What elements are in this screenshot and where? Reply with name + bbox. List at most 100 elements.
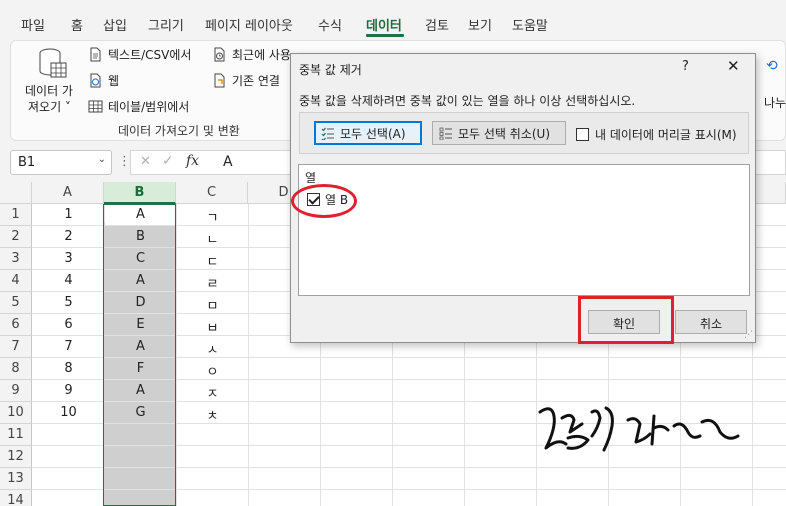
name-box[interactable]: B1 ⌄	[10, 150, 112, 175]
cell-b-3[interactable]: C	[105, 248, 176, 269]
cell-c-6[interactable]: ㅂ	[177, 314, 248, 336]
from-text-csv-label: 텍스트/CSV에서	[108, 48, 192, 62]
cell-c-3[interactable]: ㄷ	[177, 248, 248, 270]
tab-view[interactable]: 보기	[468, 15, 492, 34]
row-header[interactable]: 6	[0, 314, 32, 336]
cell-b-2[interactable]: B	[105, 226, 176, 247]
cell-a-14[interactable]	[33, 490, 104, 506]
cell-c-2[interactable]: ㄴ	[177, 226, 248, 248]
tab-insert[interactable]: 삽입	[103, 15, 127, 34]
cell-c-12[interactable]	[177, 446, 248, 467]
cell-b-8[interactable]: F	[105, 358, 176, 379]
row-header[interactable]: 2	[0, 226, 32, 248]
from-table-range-button[interactable]: 테이블/범위에서	[88, 98, 189, 115]
cell-b-11[interactable]	[105, 424, 176, 445]
cell-b-13[interactable]	[105, 468, 176, 489]
column-header-a[interactable]: A	[32, 182, 104, 204]
tab-data[interactable]: 데이터	[366, 15, 402, 34]
row-header[interactable]: 9	[0, 380, 32, 402]
close-icon[interactable]: ✕	[727, 57, 740, 75]
cell-c-9[interactable]: ㅈ	[177, 380, 248, 402]
row-header[interactable]: 4	[0, 270, 32, 292]
cell-b-4[interactable]: A	[105, 270, 176, 291]
checklist-icon	[321, 127, 334, 140]
enter-icon[interactable]: ✓	[162, 153, 174, 169]
select-all-button[interactable]: 모두 선택(A)	[314, 121, 422, 145]
cell-a-3[interactable]: 3	[33, 248, 104, 269]
checkbox-box[interactable]	[576, 128, 589, 141]
columns-list-header: 열	[305, 171, 317, 185]
row-header[interactable]: 1	[0, 204, 32, 226]
signature-watermark	[538, 406, 740, 452]
unselect-all-button[interactable]: 모두 선택 취소(U)	[432, 121, 566, 145]
cell-c-4[interactable]: ㄹ	[177, 270, 248, 292]
cancel-icon[interactable]: ✕	[140, 154, 151, 169]
cell-b-12[interactable]	[105, 446, 176, 467]
recent-sources-label: 최근에 사용	[232, 48, 292, 62]
cell-a-2[interactable]: 2	[33, 226, 104, 247]
ribbon-right-partial[interactable]: ⟲ 나누	[762, 58, 786, 110]
columns-list[interactable]: 열 열 B	[298, 164, 750, 296]
cell-c-5[interactable]: ㅁ	[177, 292, 248, 314]
cell-b-5[interactable]: D	[105, 292, 176, 313]
cell-c-7[interactable]: ㅅ	[177, 336, 248, 358]
tab-formulas[interactable]: 수식	[318, 15, 342, 34]
tab-page-layout[interactable]: 페이지 레이아웃	[205, 15, 293, 34]
tab-home[interactable]: 홈	[71, 15, 83, 34]
get-data-button[interactable]: 데이터 가 져오기 ˅	[22, 46, 80, 114]
chevron-down-icon[interactable]: ⌄	[98, 154, 106, 165]
insert-function-icon[interactable]: fx	[186, 153, 199, 169]
tab-file[interactable]: 파일	[21, 15, 45, 34]
column-header-c[interactable]: C	[176, 182, 248, 204]
cell-b-14[interactable]	[105, 490, 176, 506]
cancel-button[interactable]: 취소	[675, 310, 747, 334]
cell-c-14[interactable]	[177, 490, 248, 506]
tab-draw[interactable]: 그리기	[148, 15, 184, 34]
row-header[interactable]: 12	[0, 446, 32, 468]
cell-c-13[interactable]	[177, 468, 248, 489]
row-header[interactable]: 7	[0, 336, 32, 358]
cell-a-12[interactable]	[33, 446, 104, 467]
cell-a-9[interactable]: 9	[33, 380, 104, 401]
cell-c-11[interactable]	[177, 424, 248, 445]
cell-a-1[interactable]: 1	[33, 204, 104, 225]
cell-a-11[interactable]	[33, 424, 104, 445]
help-icon[interactable]: ?	[682, 59, 689, 74]
cell-c-1[interactable]: ㄱ	[177, 204, 248, 226]
cell-a-13[interactable]	[33, 468, 104, 489]
row-header[interactable]: 10	[0, 402, 32, 424]
cell-b-9[interactable]: A	[105, 380, 176, 401]
existing-connections-button[interactable]: 기존 연결	[212, 72, 280, 89]
cell-a-7[interactable]: 7	[33, 336, 104, 357]
from-web-button[interactable]: 웹	[88, 72, 119, 89]
cell-a-6[interactable]: 6	[33, 314, 104, 335]
row-header[interactable]: 13	[0, 468, 32, 490]
recent-sources-button[interactable]: 최근에 사용	[212, 46, 291, 63]
resize-grip-icon[interactable]: ⋰	[744, 330, 753, 340]
from-text-csv-button[interactable]: 텍스트/CSV에서	[88, 46, 191, 63]
get-data-label-2: 져오기 ˅	[28, 100, 71, 114]
row-header[interactable]: 3	[0, 248, 32, 270]
cell-b-1[interactable]: A	[105, 204, 176, 225]
row-header[interactable]: 5	[0, 292, 32, 314]
column-header-b[interactable]: B	[104, 182, 176, 204]
active-tab-indicator	[366, 34, 404, 37]
row-header[interactable]: 14	[0, 490, 32, 506]
tab-review[interactable]: 검토	[425, 15, 449, 34]
cell-c-8[interactable]: ㅇ	[177, 358, 248, 380]
cell-a-5[interactable]: 5	[33, 292, 104, 313]
cell-a-4[interactable]: 4	[33, 270, 104, 291]
existing-connections-label: 기존 연결	[232, 74, 280, 88]
row-header[interactable]: 11	[0, 424, 32, 446]
select-all-corner[interactable]	[0, 182, 32, 204]
cell-c-10[interactable]: ㅊ	[177, 402, 248, 424]
cell-b-7[interactable]: A	[105, 336, 176, 357]
my-data-has-headers-checkbox[interactable]: 내 데이터에 머리글 표시(M)	[576, 126, 737, 143]
cell-b-10[interactable]: G	[105, 402, 176, 423]
cell-b-6[interactable]: E	[105, 314, 176, 335]
cell-a-8[interactable]: 8	[33, 358, 104, 379]
row-header[interactable]: 8	[0, 358, 32, 380]
dialog-title: 중복 값 제거	[299, 63, 362, 77]
cell-a-10[interactable]: 10	[33, 402, 104, 423]
tab-help[interactable]: 도움말	[512, 15, 548, 34]
